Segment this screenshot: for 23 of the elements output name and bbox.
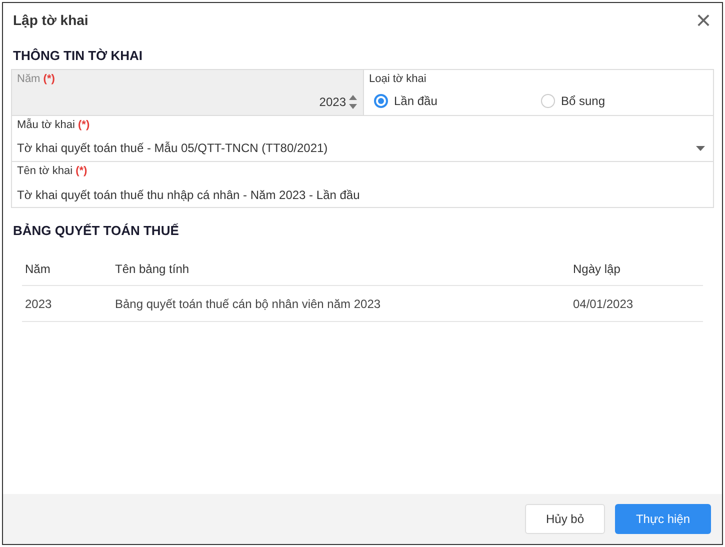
field-value: Tờ khai quyết toán thuế - Mẫu 05/QTT-TNCN (TT80/2021) bbox=[17, 140, 328, 157]
column-header: Ngày lập bbox=[572, 260, 622, 278]
radio-button[interactable]: Bổ sung bbox=[541, 92, 708, 110]
table-cell-text: 2023 bbox=[24, 296, 53, 312]
table-cell-text: 04/01/2023 bbox=[572, 296, 634, 312]
field-label: Loại tờ khai bbox=[369, 72, 426, 86]
field-value: 2023 bbox=[319, 94, 346, 111]
table-cell-text: Bảng quyết toán thuế cán bộ nhân viên năm 2023 bbox=[114, 296, 382, 312]
section-title: THÔNG TIN TỜ KHAI bbox=[12, 47, 144, 65]
field-label: Mẫu tờ khai (*) bbox=[17, 118, 90, 132]
dropdown-caret-icon bbox=[696, 146, 705, 150]
dialog-title: Lập tờ khai bbox=[13, 10, 88, 30]
column-header: Tên bảng tính bbox=[114, 260, 190, 278]
radio-button[interactable]: Lần đầu bbox=[374, 92, 541, 110]
column-header: Năm bbox=[24, 260, 52, 278]
section-title: BẢNG QUYẾT TOÁN THUẾ bbox=[12, 222, 180, 240]
cancel-button[interactable]: Hủy bỏ bbox=[525, 504, 605, 534]
close-button[interactable]: × bbox=[696, 7, 711, 33]
field-value: Tờ khai quyết toán thuế thu nhập cá nhân - Năm 2023 - Lần đầu bbox=[17, 187, 360, 204]
field-label: Tên tờ khai (*) bbox=[17, 164, 88, 178]
field-label: Năm (*) bbox=[17, 72, 55, 86]
name-field[interactable]: Tên tờ khai (*) Tờ khai quyết toán thuế thu nhập cá nhân - Năm 2023 - Lần đầu bbox=[12, 162, 713, 206]
template-dropdown[interactable]: Mẫu tờ khai (*) Tờ khai quyết toán thuế - Mẫu 05/QTT-TNCN (TT80/2021) bbox=[12, 116, 713, 162]
